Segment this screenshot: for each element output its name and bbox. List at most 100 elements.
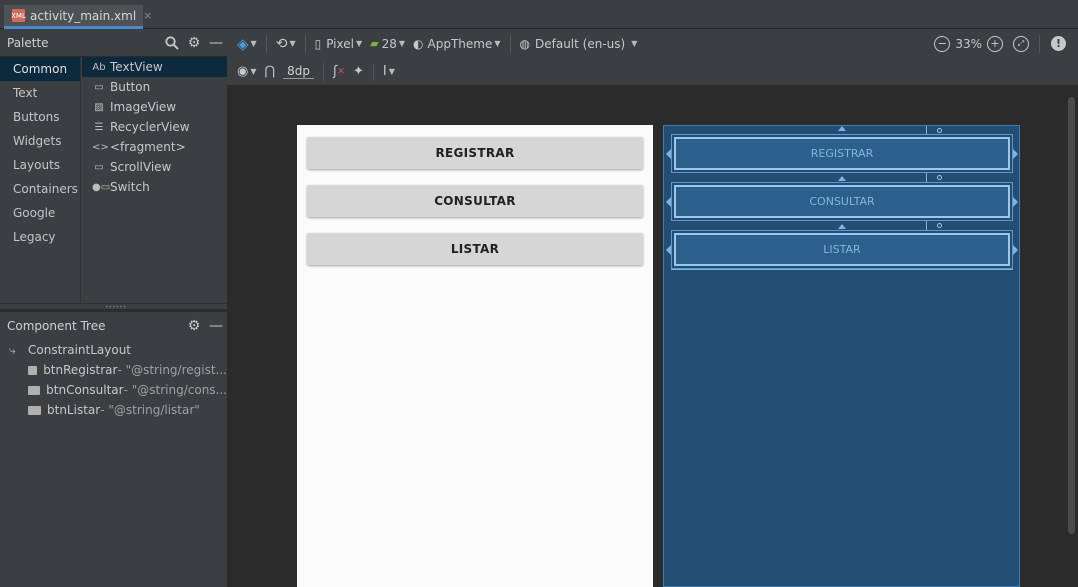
chevron-down-icon: ▼ <box>398 39 406 48</box>
palette-item-button[interactable]: ▭ Button <box>82 77 227 97</box>
locale-dropdown[interactable]: ◍ Default (en-us) ▼ <box>516 33 642 55</box>
chevron-down-icon: ▼ <box>494 39 501 48</box>
design-canvas[interactable]: REGISTRAR CONSULTAR LISTAR REGISTRAR CON… <box>227 87 1065 587</box>
blueprint-view[interactable]: REGISTRAR CONSULTAR LISTAR <box>663 125 1020 587</box>
warning-icon[interactable]: ! <box>1051 36 1066 51</box>
palette-category-google[interactable]: Google <box>0 201 80 225</box>
zoom-fit-icon[interactable]: ⤢ <box>1013 35 1029 52</box>
zoom-controls: − 33% + ⤢ ! <box>929 34 1078 53</box>
theme-label: AppTheme <box>427 36 493 51</box>
vertical-scrollbar[interactable] <box>1066 87 1078 587</box>
tree-node-btnregistrar[interactable]: btnRegistrar - "@string/regist... <box>0 360 227 380</box>
blueprint-button-registrar[interactable]: REGISTRAR <box>666 134 1018 173</box>
design-button-consultar[interactable]: CONSULTAR <box>307 185 643 217</box>
tree-node-id: btnRegistrar <box>43 363 118 377</box>
scrollbar-thumb[interactable] <box>1068 97 1075 534</box>
panel-splitter[interactable]: •••••• <box>0 303 227 311</box>
switch-icon: ●▭ <box>92 181 111 193</box>
palette-item-textview[interactable]: Ab TextView <box>82 57 227 77</box>
guidelines-dropdown[interactable]: I ▼ <box>379 61 399 83</box>
palette-category-buttons[interactable]: Buttons <box>0 105 80 129</box>
code-brackets-icon: <> <box>92 141 109 153</box>
chevron-down-icon: ▼ <box>388 67 395 76</box>
palette-item-scrollview[interactable]: ▭ ScrollView <box>82 157 227 177</box>
infer-constraints-button[interactable]: ✦ <box>349 61 368 83</box>
gear-icon[interactable]: ⚙ <box>183 315 205 337</box>
design-surface-dropdown[interactable]: ◈ ▼ <box>233 33 261 55</box>
palette-item-label: <fragment> <box>110 140 186 154</box>
guideline-icon: I <box>382 64 387 79</box>
zoom-in-icon[interactable]: + <box>987 35 1003 52</box>
minimize-icon[interactable]: — <box>205 32 227 54</box>
tree-node-btnconsultar[interactable]: btnConsultar - "@string/cons... <box>0 380 227 400</box>
palette-title: Palette <box>7 35 49 50</box>
palette-category-widgets[interactable]: Widgets <box>0 129 80 153</box>
tree-node-attr: - "@string/regist... <box>117 363 227 377</box>
chevron-down-icon: ▼ <box>289 39 296 48</box>
blueprint-button-consultar[interactable]: CONSULTAR <box>666 182 1018 221</box>
constraint-anchor-icon <box>838 224 846 229</box>
design-toolbar: ◈ ▼ ⟲ ▼ ▯ Pixel ▼ ▰ 28 ▼ ◐ AppTheme ▼ ◍ Defau… <box>227 29 1078 58</box>
blueprint-button-label: REGISTRAR <box>674 137 1010 170</box>
palette-categories: Common Text Buttons Widgets Layouts Cont… <box>0 57 81 303</box>
close-icon[interactable]: × <box>143 9 152 22</box>
palette-category-text[interactable]: Text <box>0 81 80 105</box>
toolbar-separator <box>265 34 267 53</box>
palette-item-imageview[interactable]: ▨ ImageView <box>82 97 227 117</box>
chevron-down-icon: ▼ <box>355 39 363 48</box>
blueprint-button-label: LISTAR <box>674 233 1010 266</box>
orientation-dropdown[interactable]: ⟲ ▼ <box>272 33 300 55</box>
palette-item-label: Switch <box>110 180 150 194</box>
tab-activity-main[interactable]: XML activity_main.xml × <box>4 5 152 29</box>
palette-item-recyclerview[interactable]: ☰ RecyclerView <box>82 117 227 137</box>
tree-node-id: btnListar <box>47 403 101 417</box>
zoom-out-icon[interactable]: − <box>934 35 951 52</box>
autoconnect-toggle[interactable]: ⋂ <box>261 61 280 83</box>
component-tree: ⤷ ConstraintLayout btnRegistrar - "@stri… <box>0 340 227 587</box>
constraint-anchor-right-icon <box>1013 197 1018 207</box>
palette-item-label: RecyclerView <box>110 120 190 134</box>
constraint-anchor-left-icon <box>666 149 671 159</box>
design-view[interactable]: REGISTRAR CONSULTAR LISTAR <box>297 125 653 587</box>
search-icon[interactable] <box>161 32 183 54</box>
palette-category-legacy[interactable]: Legacy <box>0 225 80 249</box>
api-level-dropdown[interactable]: ▰ 28 ▼ <box>366 33 409 55</box>
zoom-level: 33% <box>955 36 982 51</box>
close-icon: ✕ <box>337 66 345 77</box>
gear-icon[interactable]: ⚙ <box>183 32 205 54</box>
device-dropdown[interactable]: ▯ Pixel ▼ <box>311 33 367 55</box>
blueprint-button-listar[interactable]: LISTAR <box>666 230 1018 269</box>
locale-label: Default (en-us) <box>535 36 626 51</box>
rotate-icon: ⟲ <box>275 35 288 52</box>
palette-item-fragment[interactable]: <> <fragment> <box>82 137 227 157</box>
chevron-down-icon: ▼ <box>250 67 257 76</box>
globe-icon: ◍ <box>519 36 530 51</box>
palette-item-label: ScrollView <box>110 160 172 174</box>
theme-icon: ◐ <box>413 36 424 51</box>
toolbar-separator <box>509 34 511 53</box>
layers-icon: ◈ <box>237 34 249 53</box>
clear-constraints-button[interactable]: ʃ ✕ <box>329 61 349 83</box>
theme-dropdown[interactable]: ◐ AppTheme ▼ <box>409 33 504 55</box>
magic-wand-icon: ✦ <box>352 64 364 79</box>
android-icon: ▰ <box>370 37 379 50</box>
textview-icon: Ab <box>92 61 106 73</box>
tree-node-attr: - "@string/cons... <box>123 383 227 397</box>
toolbar-separator <box>372 62 374 81</box>
palette-category-containers[interactable]: Containers <box>0 177 80 201</box>
minimize-icon[interactable]: — <box>205 315 227 337</box>
palette-item-switch[interactable]: ●▭ Switch <box>82 177 227 197</box>
design-button-listar[interactable]: LISTAR <box>307 233 643 265</box>
palette-category-common[interactable]: Common <box>0 57 80 81</box>
design-button-registrar[interactable]: REGISTRAR <box>307 137 643 169</box>
palette-category-layouts[interactable]: Layouts <box>0 153 80 177</box>
view-options-dropdown[interactable]: ◉ ▼ <box>233 61 261 83</box>
eye-icon: ◉ <box>237 64 249 79</box>
default-margin-field[interactable]: 8dp <box>279 61 318 83</box>
chevron-down-icon: ▼ <box>631 39 638 48</box>
palette-header: Palette ⚙ — <box>0 29 227 57</box>
xml-file-icon: XML <box>11 9 26 22</box>
editor-tab-bar: XML activity_main.xml × <box>0 0 1078 29</box>
tree-node-btnlistar[interactable]: btnListar - "@string/listar" <box>0 400 227 420</box>
tree-node-constraintlayout[interactable]: ⤷ ConstraintLayout <box>0 340 227 360</box>
